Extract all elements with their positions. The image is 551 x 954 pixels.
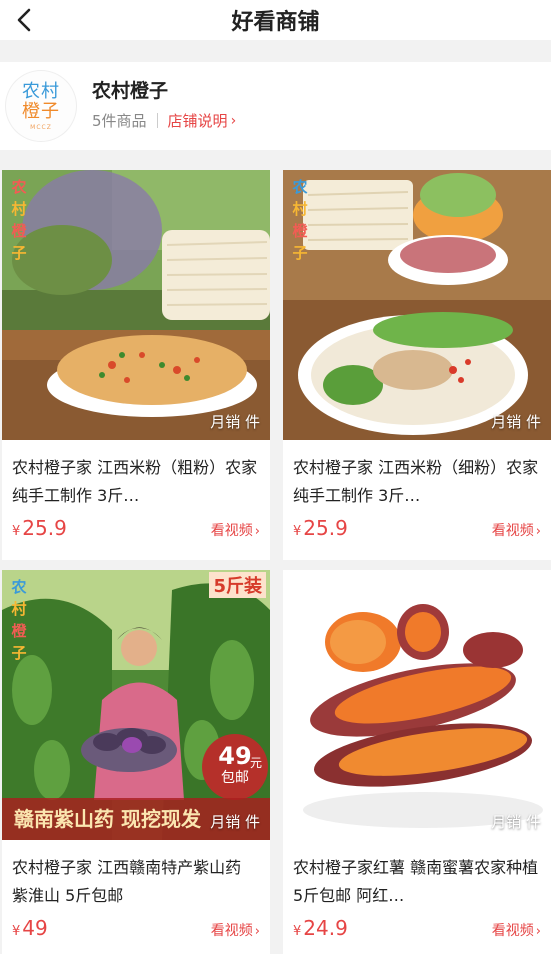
product-image[interactable]: 月销 件: [283, 570, 551, 840]
product-price: ¥25.9: [12, 516, 67, 540]
product-price: ¥25.9: [293, 516, 348, 540]
product-title[interactable]: 农村橙子家 江西米粉（粗粉）农家纯手工制作 3斤…: [12, 454, 260, 510]
logo-text-line2: 橙子: [22, 100, 60, 122]
watch-video-link[interactable]: 看视频 ›: [492, 520, 541, 540]
watch-video-link[interactable]: 看视频 ›: [492, 920, 541, 940]
chevron-right-icon: ›: [535, 524, 541, 539]
chevron-right-icon: ›: [230, 112, 237, 129]
chevron-left-icon: [17, 8, 31, 32]
logo-text-small: MCCZ: [30, 123, 52, 131]
product-card[interactable]: 月销 件 农村橙子家红薯 赣南蜜薯农家种植 5斤包邮 阿红… ¥24.9 看视频…: [283, 570, 551, 954]
back-button[interactable]: [10, 5, 38, 35]
product-image[interactable]: 农 村 橙 子 月销 件: [283, 170, 551, 440]
shop-logo[interactable]: 农村 橙子 MCCZ: [5, 70, 77, 142]
product-image[interactable]: 农 村 橙 子 5斤装 49 元 包邮 赣南紫山药 现挖现发 月销 件: [2, 570, 270, 840]
product-title[interactable]: 农村橙子家红薯 赣南蜜薯农家种植 5斤包邮 阿红…: [293, 854, 541, 910]
watch-video-link[interactable]: 看视频 ›: [211, 920, 260, 940]
rice-noodle-photo: [2, 170, 270, 440]
logo-text-line1: 农村: [22, 80, 60, 102]
shop-meta: 5件商品 店铺说明 ›: [92, 110, 236, 131]
nav-bar: 好看商铺: [0, 0, 551, 40]
shop-header: 农村 橙子 MCCZ 农村橙子 5件商品 店铺说明 ›: [0, 62, 551, 150]
watch-video-link[interactable]: 看视频 ›: [211, 520, 260, 540]
package-size-tag: 5斤装: [209, 572, 266, 598]
watermark-text: 农 村 橙 子: [11, 178, 27, 262]
product-price: ¥49: [12, 916, 48, 940]
monthly-sales: 月销 件: [210, 413, 260, 431]
watermark-text: 农 村 橙 子: [292, 178, 308, 262]
monthly-sales: 月销 件: [491, 413, 541, 431]
chevron-right-icon: ›: [254, 924, 260, 939]
watermark-text: 农 村 橙 子: [11, 578, 27, 662]
product-count: 5件商品: [92, 112, 147, 130]
monthly-sales: 月销 件: [491, 813, 541, 831]
product-image[interactable]: 农 村 橙 子 月销 件: [2, 170, 270, 440]
shop-name: 农村橙子: [92, 80, 169, 102]
product-card[interactable]: 农 村 橙 子 5斤装 49 元 包邮 赣南紫山药 现挖现发 月销 件 农村橙子…: [2, 570, 270, 954]
product-card[interactable]: 农 村 橙 子 月销 件 农村橙子家 江西米粉（细粉）农家纯手工制作 3斤… ¥…: [283, 170, 551, 560]
product-title[interactable]: 农村橙子家 江西米粉（细粉）农家纯手工制作 3斤…: [293, 454, 541, 510]
sweet-potato-photo: [283, 570, 551, 840]
page-title: 好看商铺: [231, 10, 320, 35]
shop-description-link[interactable]: 店铺说明: [168, 110, 228, 131]
price-badge: 49 元 包邮: [202, 734, 268, 800]
product-card[interactable]: 农 村 橙 子 月销 件 农村橙子家 江西米粉（粗粉）农家纯手工制作 3斤… ¥…: [2, 170, 270, 560]
product-title[interactable]: 农村橙子家 江西赣南特产紫山药 紫淮山 5斤包邮: [12, 854, 260, 910]
monthly-sales: 月销 件: [210, 813, 260, 831]
product-price: ¥24.9: [293, 916, 348, 940]
chevron-right-icon: ›: [535, 924, 541, 939]
divider: [156, 113, 158, 128]
chevron-right-icon: ›: [254, 524, 260, 539]
rice-noodle-soup-photo: [283, 170, 551, 440]
